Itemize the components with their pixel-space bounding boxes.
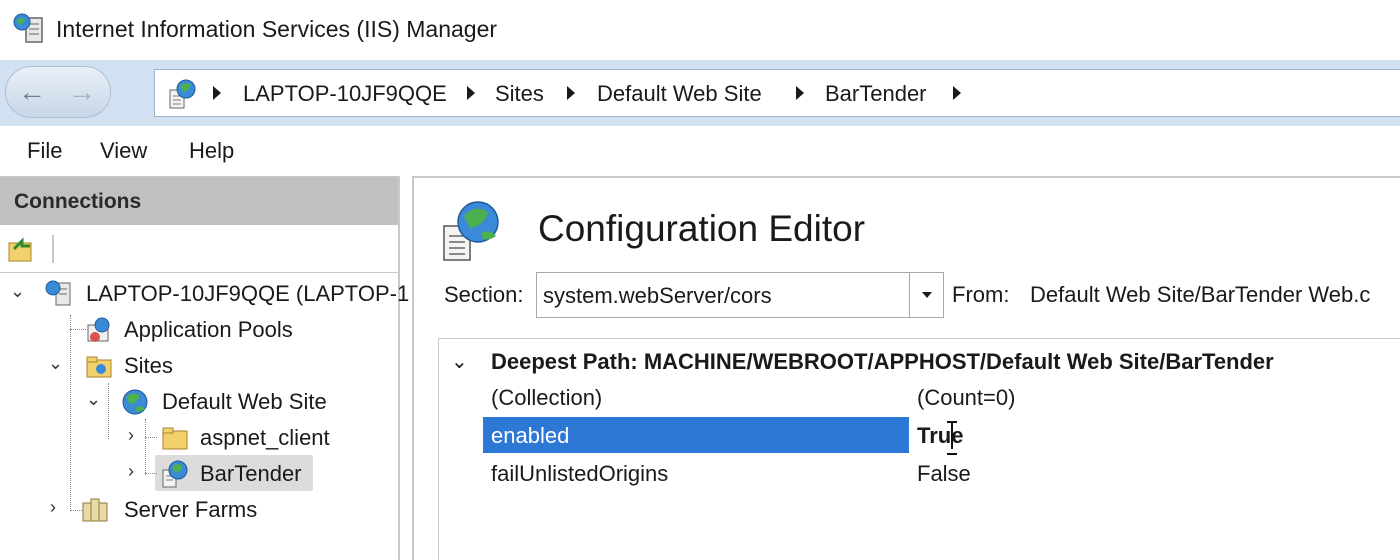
tree-label-application-pools: Application Pools	[124, 317, 293, 342]
globe-page-icon	[162, 460, 188, 488]
window-title: Internet Information Services (IIS) Mana…	[56, 16, 498, 42]
tree-item-aspnet-client[interactable]: › aspnet_client	[128, 421, 388, 455]
chevron-right-icon[interactable]: ›	[128, 425, 134, 446]
tree-line	[70, 315, 71, 511]
property-name-cell[interactable]: (Collection)	[483, 379, 909, 415]
property-name-cell[interactable]: enabled	[483, 417, 909, 453]
breadcrumb[interactable]: LAPTOP-10JF9QQE Sites Default Web Site B…	[154, 69, 1400, 117]
forward-arrow-icon[interactable]: →	[68, 76, 96, 108]
breadcrumb-separator-icon[interactable]	[213, 86, 221, 100]
breadcrumb-item-default-web-site[interactable]: Default Web Site	[597, 81, 762, 107]
menu-view[interactable]: View	[100, 138, 147, 164]
tree-label-server: LAPTOP-10JF9QQE (LAPTOP-1	[86, 281, 410, 306]
connections-panel: Connections ⌄ LAPTOP-10JF9QQE (LAPTOP-1 …	[0, 176, 409, 560]
section-label: Section:	[444, 282, 524, 307]
chevron-right-icon[interactable]: ›	[50, 497, 56, 518]
breadcrumb-item-bartender[interactable]: BarTender	[825, 81, 927, 107]
chevron-down-icon[interactable]: ⌄	[451, 349, 468, 374]
connections-title: Connections	[14, 190, 142, 213]
property-value[interactable]: (Count=0)	[917, 385, 1015, 411]
breadcrumb-item-sites[interactable]: Sites	[495, 81, 544, 107]
property-row-enabled[interactable]: enabled True	[483, 417, 1400, 455]
tree-label-bartender: BarTender	[200, 461, 302, 486]
property-name: failUnlistedOrigins	[491, 461, 669, 486]
breadcrumb-separator-icon[interactable]	[467, 86, 475, 100]
connect-icon[interactable]	[6, 235, 36, 263]
globe-page-icon	[169, 79, 196, 109]
property-row-collection[interactable]: (Collection) (Count=0)	[483, 379, 1400, 417]
server-icon	[45, 280, 71, 306]
dropdown-arrow-icon[interactable]	[909, 273, 943, 317]
property-value[interactable]: False	[917, 461, 971, 487]
tree-item-sites[interactable]: ⌄ Sites	[48, 349, 348, 383]
sites-folder-icon	[86, 356, 112, 378]
property-name: enabled	[491, 423, 570, 448]
application-pools-icon	[87, 317, 110, 342]
tree-label-aspnet-client: aspnet_client	[200, 425, 330, 450]
connections-header: Connections	[0, 177, 398, 225]
iis-manager-icon	[13, 13, 43, 43]
breadcrumb-separator-icon[interactable]	[567, 86, 575, 100]
tree-item-default-web-site[interactable]: ⌄ Default Web Site	[86, 385, 386, 419]
property-row-fail-unlisted-origins[interactable]: failUnlistedOrigins False	[483, 455, 1400, 493]
tree-item-server[interactable]: ⌄ LAPTOP-10JF9QQE (LAPTOP-1	[10, 277, 409, 311]
toolbar-separator	[52, 235, 54, 263]
tree-item-application-pools[interactable]: Application Pools	[84, 313, 384, 347]
from-value[interactable]: Default Web Site/BarTender Web.c	[1030, 282, 1370, 308]
configuration-editor-icon	[443, 201, 499, 261]
property-name: (Collection)	[491, 385, 603, 410]
tree-label-sites: Sites	[124, 353, 173, 378]
property-grid: ⌄ Deepest Path: MACHINE/WEBROOT/APPHOST/…	[438, 338, 1400, 560]
globe-icon	[122, 389, 148, 415]
section-row: Section: system.webServer/cors From: Def…	[414, 272, 1400, 318]
chevron-down-icon[interactable]: ⌄	[10, 281, 25, 302]
back-arrow-icon[interactable]: ←	[18, 76, 46, 108]
page-title: Configuration Editor	[538, 208, 866, 249]
from-label: From:	[952, 282, 1010, 307]
menu-file[interactable]: File	[27, 138, 62, 164]
menu-bar: File View Help	[0, 126, 1400, 176]
tree-label-server-farms: Server Farms	[124, 497, 258, 522]
tree-item-server-farms[interactable]: › Server Farms	[50, 493, 380, 527]
breadcrumb-separator-icon[interactable]	[796, 86, 804, 100]
breadcrumb-item-server[interactable]: LAPTOP-10JF9QQE	[243, 81, 447, 107]
address-bar: ← → LAPTOP-10JF9QQE Sites Default Web Si…	[0, 60, 1400, 126]
section-dropdown[interactable]: system.webServer/cors	[536, 272, 944, 318]
title-bar: Internet Information Services (IIS) Mana…	[0, 0, 1400, 60]
chevron-down-icon[interactable]: ⌄	[86, 389, 101, 410]
tree-item-bartender[interactable]: › BarTender	[128, 457, 388, 491]
folder-icon	[162, 427, 188, 450]
chevron-down-icon[interactable]: ⌄	[48, 353, 63, 374]
breadcrumb-separator-icon[interactable]	[953, 86, 961, 100]
text-cursor-icon	[947, 421, 957, 455]
server-farms-icon	[82, 498, 108, 522]
property-name-cell[interactable]: failUnlistedOrigins	[483, 455, 909, 491]
section-value: system.webServer/cors	[543, 283, 772, 308]
tree-label-default-web-site: Default Web Site	[162, 389, 327, 414]
configuration-editor-panel: Configuration Editor Section: system.web…	[412, 176, 1400, 560]
connections-toolbar	[0, 225, 398, 273]
chevron-right-icon[interactable]: ›	[128, 461, 134, 482]
deepest-path-label: Deepest Path: MACHINE/WEBROOT/APPHOST/De…	[491, 349, 1274, 374]
nav-buttons: ← →	[5, 66, 111, 118]
menu-help[interactable]: Help	[189, 138, 234, 164]
